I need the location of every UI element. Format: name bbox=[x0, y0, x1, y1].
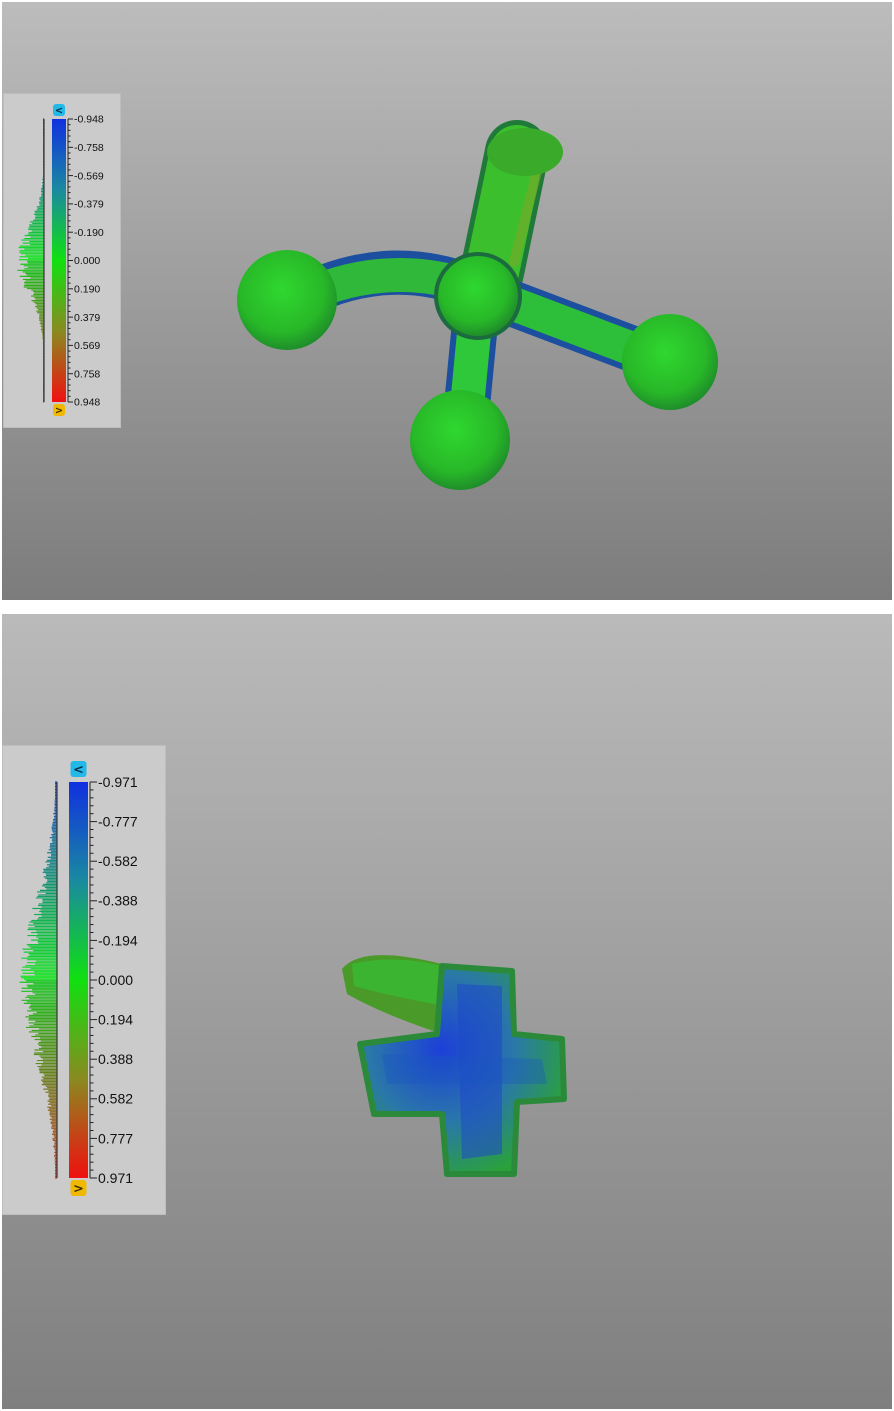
scale-up-label: < bbox=[55, 105, 63, 116]
model-jack-3d[interactable] bbox=[2, 2, 892, 600]
scale-tick-label: 0.758 bbox=[74, 368, 100, 380]
scale-tick-label: -0.948 bbox=[74, 114, 104, 126]
viewport-top[interactable]: < > -0.948 -0.758 -0.569 -0.379 -0.190 0.000 0.1… bbox=[2, 2, 892, 600]
viewport-bottom[interactable]: < > -0.971 -0.777 -0.582 -0.388 -0.194 0.000 0.1… bbox=[2, 614, 892, 1409]
scale-up-label: < bbox=[73, 762, 84, 777]
cap-upper bbox=[487, 128, 563, 176]
scale-tick-label: -0.758 bbox=[74, 142, 104, 154]
legend-canvas: < > -0.948 -0.758 -0.569 -0.379 -0.190 0.000 0.1… bbox=[17, 104, 104, 416]
color-scale-legend[interactable]: < > -0.948 -0.758 -0.569 -0.379 -0.190 0.000 0.1… bbox=[3, 93, 121, 428]
color-scale-legend[interactable]: < > -0.971 -0.777 -0.582 -0.388 -0.194 0.000 0.1… bbox=[2, 745, 166, 1215]
scale-tick-label: 0.194 bbox=[98, 1012, 133, 1028]
scale-tick-label: -0.194 bbox=[98, 932, 138, 948]
ball-left bbox=[237, 250, 337, 350]
scale-tick-label: 0.190 bbox=[74, 283, 100, 295]
ball-bottom bbox=[410, 390, 510, 490]
scale-tick-label: 0.582 bbox=[98, 1091, 133, 1107]
ball-right bbox=[622, 314, 718, 410]
distribution-histogram bbox=[17, 118, 45, 403]
color-scale-bar bbox=[52, 119, 66, 402]
scale-down-label: > bbox=[55, 405, 63, 416]
scale-tick-label: 0.777 bbox=[98, 1130, 133, 1146]
scale-tick-label: -0.582 bbox=[98, 853, 138, 869]
scale-tick-label: 0.948 bbox=[74, 397, 100, 409]
scale-down-label: > bbox=[73, 1181, 84, 1196]
scale-tick-label: -0.190 bbox=[74, 227, 104, 239]
distribution-histogram bbox=[19, 781, 58, 1179]
scale-tick-label: -0.777 bbox=[98, 814, 138, 830]
scale-tick-label: 0.569 bbox=[74, 340, 100, 352]
scale-down-button[interactable]: > bbox=[70, 1180, 87, 1196]
scale-tick-label: 0.000 bbox=[74, 255, 100, 267]
scale-tick-label: 0.971 bbox=[98, 1170, 133, 1186]
hub-center bbox=[438, 256, 518, 336]
scale-tick-label: -0.971 bbox=[98, 774, 138, 790]
scale-up-button[interactable]: < bbox=[70, 761, 87, 777]
scale-tick-label: -0.379 bbox=[74, 199, 104, 211]
scale-tick-label: -0.569 bbox=[74, 170, 104, 182]
color-scale-bar bbox=[69, 782, 88, 1178]
scale-tick-label: 0.388 bbox=[98, 1051, 133, 1067]
scale-tick-label: -0.388 bbox=[98, 893, 138, 909]
scale-down-button[interactable]: > bbox=[53, 404, 65, 416]
scale-up-button[interactable]: < bbox=[53, 104, 65, 116]
scale-tick-label: 0.000 bbox=[98, 972, 133, 988]
legend-canvas: < > -0.971 -0.777 -0.582 -0.388 -0.194 0.000 0.1… bbox=[19, 761, 138, 1196]
scale-tick-label: 0.379 bbox=[74, 312, 100, 324]
